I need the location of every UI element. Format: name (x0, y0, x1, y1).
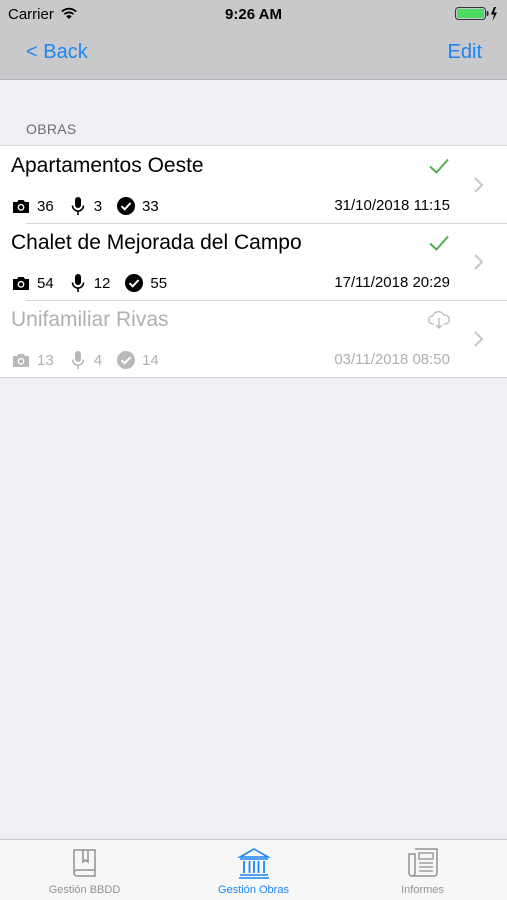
tab-gestion-bbdd[interactable]: Gestión BBDD (0, 840, 169, 900)
obra-meta: 13 4 14 (11, 350, 173, 370)
status-bar: Carrier 9:26 AM (0, 0, 507, 28)
section-header-obras: OBRAS (26, 121, 77, 137)
tab-bar: Gestión BBDD Gestión Obras Informes (0, 839, 507, 900)
chevron-right-icon (474, 254, 484, 270)
chevron-right-icon (474, 177, 484, 193)
obras-list: Apartamentos Oeste 36 3 33 31/10/2018 11… (0, 145, 507, 378)
check-circle-icon (117, 197, 136, 215)
tab-label: Informes (401, 884, 444, 896)
check-icon (429, 235, 449, 251)
tab-gestion-obras[interactable]: Gestión Obras (169, 840, 338, 900)
photo-count: 36 (37, 197, 54, 215)
microphone-icon (71, 351, 84, 369)
photo-count: 54 (37, 274, 54, 292)
obra-title: Chalet de Mejorada del Campo (11, 231, 302, 254)
tab-label: Gestión BBDD (48, 884, 121, 896)
tab-informes[interactable]: Informes (338, 840, 507, 900)
obra-date: 17/11/2018 20:29 (334, 274, 450, 291)
audio-count: 4 (93, 351, 103, 369)
obra-row[interactable]: Chalet de Mejorada del Campo 54 12 55 17… (0, 223, 507, 300)
check-count: 14 (142, 351, 159, 369)
navigation-bar: Carrier 9:26 AM < Back Edit (0, 0, 507, 80)
check-icon (429, 158, 449, 174)
check-count: 33 (142, 197, 159, 215)
obra-row[interactable]: Apartamentos Oeste 36 3 33 31/10/2018 11… (0, 146, 507, 223)
microphone-icon (71, 197, 84, 215)
cloud-download-icon[interactable] (427, 310, 451, 330)
tab-label: Gestión Obras (218, 884, 289, 896)
battery-icon (455, 7, 497, 21)
microphone-icon (71, 274, 84, 292)
obra-date: 03/11/2018 08:50 (334, 351, 450, 368)
camera-icon (13, 354, 29, 367)
building-icon (236, 848, 271, 879)
check-circle-icon (117, 351, 136, 369)
newspaper-icon (407, 848, 438, 877)
audio-count: 3 (93, 197, 103, 215)
obra-date: 31/10/2018 11:15 (334, 197, 450, 214)
obra-row[interactable]: Unifamiliar Rivas 13 4 14 03/11/2018 08:… (0, 300, 507, 377)
obra-meta: 36 3 33 (11, 196, 173, 216)
check-count: 55 (150, 274, 168, 292)
book-icon (72, 849, 96, 877)
check-circle-icon (125, 274, 144, 292)
edit-button[interactable]: Edit (448, 41, 482, 64)
chevron-right-icon (474, 331, 484, 347)
obra-title: Apartamentos Oeste (11, 154, 204, 177)
audio-count: 12 (93, 274, 111, 292)
camera-icon (13, 277, 29, 290)
status-time: 9:26 AM (225, 6, 282, 23)
back-button[interactable]: < Back (26, 41, 88, 64)
nav-row: < Back Edit (0, 38, 507, 72)
photo-count: 13 (37, 351, 54, 369)
obra-title: Unifamiliar Rivas (11, 308, 169, 331)
camera-icon (13, 200, 29, 213)
obra-meta: 54 12 55 (11, 273, 181, 293)
